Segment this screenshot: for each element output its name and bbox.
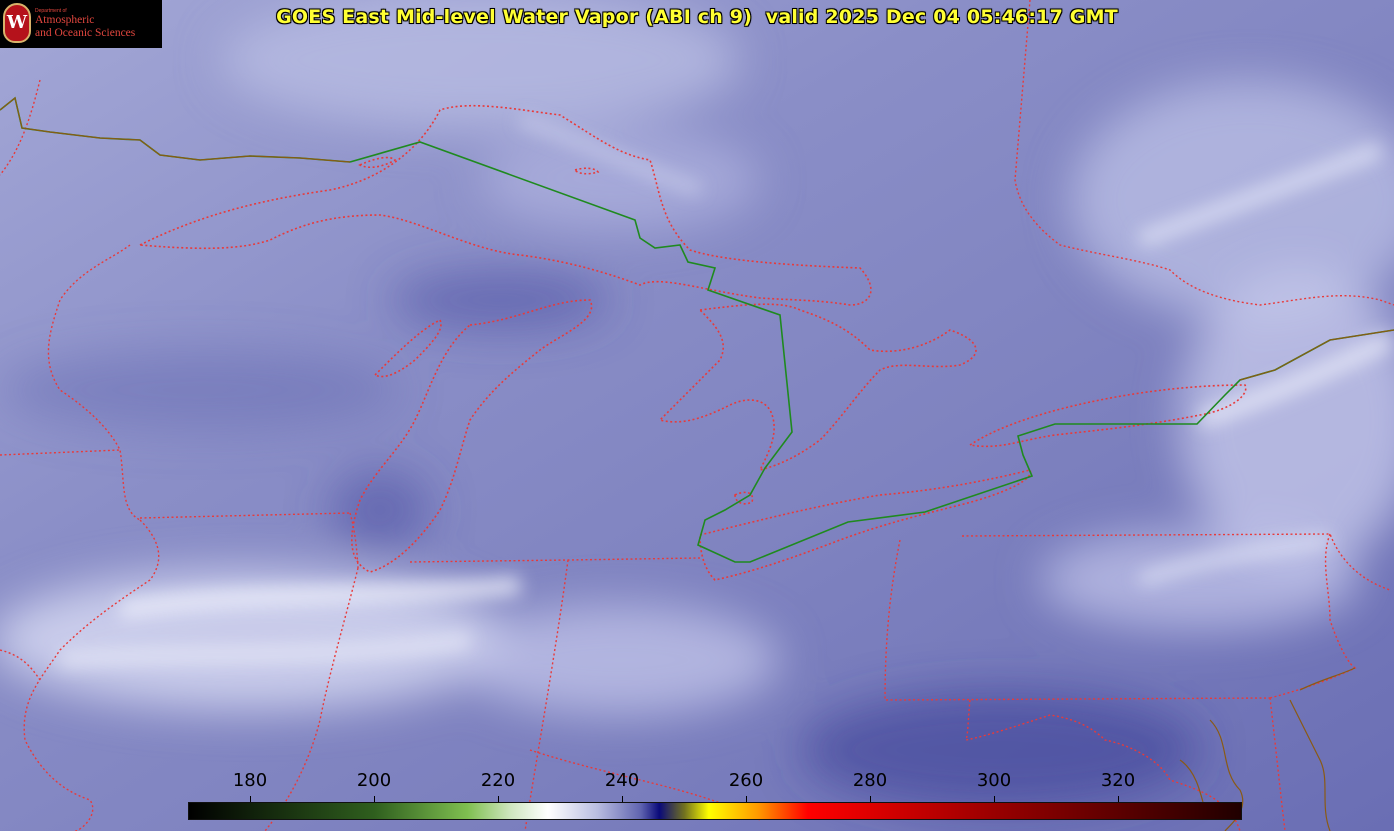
colorbar-tick-label: 320 [1100, 770, 1136, 791]
colorbar-tick-mark [498, 796, 499, 802]
colorbar-tick-label: 300 [976, 770, 1012, 791]
colorbar-tick-mark [870, 796, 871, 802]
temperature-colorbar [188, 802, 1242, 820]
colorbar-tick-mark [746, 796, 747, 802]
colorbar-tick-mark [622, 796, 623, 802]
colorbar-tick-label: 200 [356, 770, 392, 791]
colorbar-tick-mark [1118, 796, 1119, 802]
water-vapor-map [0, 0, 1394, 831]
logo-line2: and Oceanic Sciences [35, 27, 136, 39]
colorbar-tick-label: 280 [852, 770, 888, 791]
satellite-image: W Department of Atmospheric and Oceanic … [0, 0, 1394, 831]
image-title: GOES East Mid-level Water Vapor (ABI ch … [276, 6, 1118, 28]
colorbar-tick-label: 180 [232, 770, 268, 791]
colorbar-tick-label: 240 [604, 770, 640, 791]
colorbar-tick-label: 260 [728, 770, 764, 791]
colorbar-tick-label: 220 [480, 770, 516, 791]
colorbar-tick-mark [994, 796, 995, 802]
colorbar-tick-mark [374, 796, 375, 802]
colorbar-tick-mark [250, 796, 251, 802]
